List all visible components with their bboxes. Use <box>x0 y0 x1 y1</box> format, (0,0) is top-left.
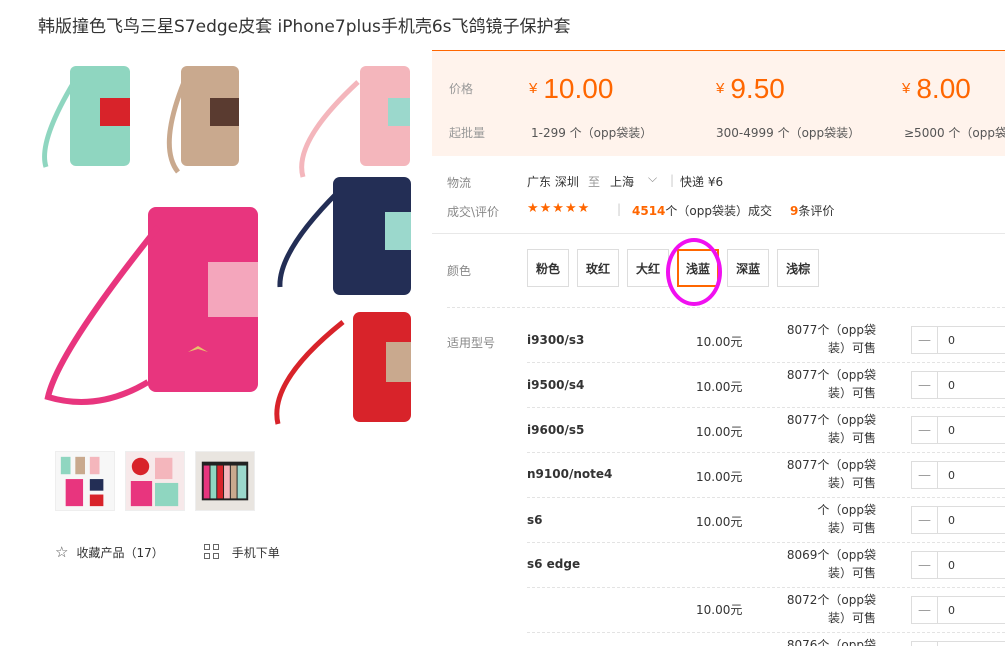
minus-button[interactable]: — <box>912 372 938 398</box>
model-stock: 8077个（opp袋 装）可售 <box>786 368 876 400</box>
batch-label: 起批量 <box>449 126 486 140</box>
color-option-dark-blue[interactable]: 深蓝 <box>727 249 770 287</box>
minus-button[interactable]: — <box>912 597 938 623</box>
quantity-input[interactable] <box>938 642 998 646</box>
product-actions: ☆ 收藏产品（17） 手机下单 <box>55 543 280 561</box>
batch-range-3: ≥5000 个（opp袋 <box>904 126 1005 140</box>
quantity-stepper: — <box>911 506 1005 534</box>
table-row: 10.00元 8072个（opp袋 装）可售 — <box>527 588 1005 633</box>
quantity-stepper: — <box>911 416 1005 444</box>
phone-cases-illustration <box>42 66 411 425</box>
model-price: 10.00元 <box>696 470 743 484</box>
minus-button[interactable]: — <box>912 417 938 443</box>
price-tier-2: ¥9.50 <box>716 73 785 104</box>
table-row: s6 edge 8069个（opp袋 装）可售 — <box>527 543 1005 588</box>
batch-range-1: 1-299 个（opp袋装） <box>531 126 653 140</box>
divider: | <box>670 173 675 187</box>
chevron-down-icon[interactable]: ⌵ <box>648 171 657 186</box>
color-option-pink[interactable]: 粉色 <box>527 249 570 287</box>
batch-range-2: 300-4999 个（opp袋装） <box>716 126 861 140</box>
minus-button[interactable]: — <box>912 642 938 646</box>
price-tier-1: ¥10.00 <box>529 73 614 104</box>
quantity-stepper: — <box>911 371 1005 399</box>
mobile-order-label: 手机下单 <box>231 545 280 560</box>
thumbnail-1[interactable] <box>55 451 115 511</box>
logistics-destination[interactable]: 上海 <box>610 173 634 190</box>
quantity-input[interactable] <box>938 462 998 488</box>
model-stock: 8077个（opp袋 装）可售 <box>786 458 876 490</box>
model-name: s6 edge <box>527 557 581 571</box>
qr-code-icon <box>203 544 220 560</box>
logistics-label: 物流 <box>447 176 472 190</box>
model-name: s6 <box>527 513 543 527</box>
mobile-order[interactable]: 手机下单 <box>203 544 280 561</box>
review-count[interactable]: 9条评价 <box>790 202 834 219</box>
color-label: 颜色 <box>447 264 472 278</box>
model-price: 10.00元 <box>696 425 743 439</box>
table-row: s6 10.00元 个（opp袋 装）可售 — <box>527 498 1005 543</box>
table-row: i9500/s4 10.00元 8077个（opp袋 装）可售 — <box>527 363 1005 408</box>
annotation-highlight-circle <box>666 238 722 306</box>
main-product-image[interactable] <box>38 52 416 432</box>
rating-stars: ★★★★★ <box>527 201 591 216</box>
table-row: n9100/note4 10.00元 8077个（opp袋 装）可售 — <box>527 453 1005 498</box>
model-stock: 8077个（opp袋 装）可售 <box>786 323 876 355</box>
thumbnail-strip <box>55 451 255 511</box>
model-stock: 8069个（opp袋 装）可售 <box>786 548 876 580</box>
model-name: i9300/s3 <box>527 333 585 347</box>
model-name: i9600/s5 <box>527 423 585 437</box>
divider: | <box>617 202 622 216</box>
quantity-stepper: — <box>911 641 1005 646</box>
price-label: 价格 <box>449 82 474 96</box>
thumbnail-3[interactable] <box>195 451 255 511</box>
table-row: i9600/s5 10.00元 8077个（opp袋 装）可售 — <box>527 408 1005 453</box>
model-name: i9500/s4 <box>527 378 585 392</box>
quantity-stepper: — <box>911 326 1005 354</box>
table-row: 8076个（opp袋 — <box>527 633 1005 646</box>
quantity-stepper: — <box>911 596 1005 624</box>
quantity-input[interactable] <box>938 372 998 398</box>
section-divider <box>447 307 1005 308</box>
model-stock: 8072个（opp袋 装）可售 <box>786 593 876 625</box>
model-label: 适用型号 <box>447 336 496 350</box>
favorite-label[interactable]: 收藏产品（17） <box>76 544 163 561</box>
model-stock: 8077个（opp袋 装）可售 <box>786 413 876 445</box>
model-price: 10.00元 <box>696 603 743 617</box>
model-stock: 8076个（opp袋 <box>786 638 876 646</box>
color-option-light-brown[interactable]: 浅棕 <box>777 249 820 287</box>
minus-button[interactable]: — <box>912 552 938 578</box>
quantity-stepper: — <box>911 551 1005 579</box>
quantity-stepper: — <box>911 461 1005 489</box>
quantity-input[interactable] <box>938 417 998 443</box>
color-option-red[interactable]: 大红 <box>627 249 670 287</box>
model-stock: 个（opp袋 装）可售 <box>817 503 876 535</box>
logistics-origin: 广东 深圳 <box>527 175 579 189</box>
model-price: 10.00元 <box>696 515 743 529</box>
price-tier-3: ¥8.00 <box>902 73 971 104</box>
minus-button[interactable]: — <box>912 462 938 488</box>
shipping-fee: 快递 ¥6 <box>680 175 724 189</box>
thumbnail-2[interactable] <box>125 451 185 511</box>
reviews-label: 成交\评价 <box>447 205 500 219</box>
section-divider <box>432 233 1005 234</box>
color-option-rose[interactable]: 玫红 <box>577 249 620 287</box>
quantity-input[interactable] <box>938 507 998 533</box>
star-outline-icon[interactable]: ☆ <box>55 543 68 561</box>
deal-count: 4514个（opp袋装）成交 <box>632 204 772 218</box>
minus-button[interactable]: — <box>912 327 938 353</box>
quantity-input[interactable] <box>938 552 998 578</box>
model-name: n9100/note4 <box>527 467 613 481</box>
model-price: 10.00元 <box>696 335 743 349</box>
minus-button[interactable]: — <box>912 507 938 533</box>
model-price: 10.00元 <box>696 380 743 394</box>
logistics-to: 至 <box>588 175 601 189</box>
quantity-input[interactable] <box>938 327 998 353</box>
product-title: 韩版撞色飞鸟三星S7edge皮套 iPhone7plus手机壳6s飞鸽镜子保护套 <box>38 17 571 37</box>
table-row: i9300/s3 10.00元 8077个（opp袋 装）可售 — <box>527 318 1005 363</box>
price-panel: 价格 起批量 ¥10.00 ¥9.50 ¥8.00 1-299 个（opp袋装）… <box>432 50 1005 156</box>
quantity-input[interactable] <box>938 597 998 623</box>
